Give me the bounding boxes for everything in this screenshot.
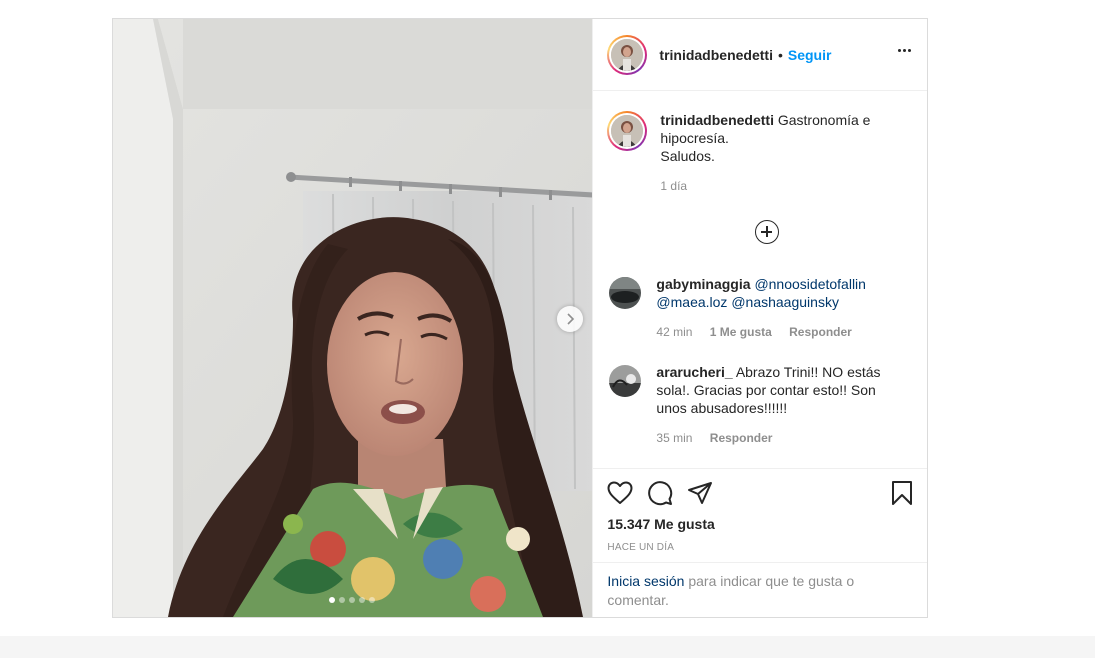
comment-item: gabyminaggia @nnoosidetofallin @maea.loz…	[607, 275, 911, 341]
more-options-icon[interactable]	[898, 49, 911, 52]
comment-time[interactable]: 42 min	[656, 325, 692, 339]
comment-avatar[interactable]	[609, 277, 642, 309]
comments-section[interactable]: trinidadbenedetti Gastronomía e hipocres…	[593, 91, 927, 468]
reply-button[interactable]: Responder	[789, 325, 852, 339]
comment-username-link[interactable]: ararucheri_	[656, 364, 732, 380]
comment-time[interactable]: 35 min	[656, 431, 692, 445]
author-username-link[interactable]: trinidadbenedetti	[659, 47, 773, 63]
post-side-panel: trinidadbenedetti • Seguir trinidadbened…	[592, 19, 927, 617]
post-media[interactable]	[113, 19, 593, 617]
carousel-dot	[339, 597, 345, 603]
comment-icon[interactable]	[647, 480, 673, 506]
page-footer-strip	[0, 636, 1095, 658]
post-timestamp[interactable]: HACE UN DÍA	[607, 542, 913, 553]
comment-username-link[interactable]: gabyminaggia	[656, 276, 750, 292]
author-avatar[interactable]	[607, 34, 648, 75]
profile-photo-image	[611, 38, 644, 71]
comment-item: ararucheri_ Abrazo Trini!! NO estás sola…	[607, 363, 911, 447]
plus-circle-icon[interactable]	[755, 220, 780, 244]
caption-text-line2: Saludos.	[660, 148, 715, 164]
carousel-indicator	[329, 597, 375, 603]
reply-button[interactable]: Responder	[710, 431, 773, 445]
mention-link[interactable]: @nashaaguinsky	[731, 294, 839, 310]
video-frame-image	[113, 19, 593, 617]
post-header: trinidadbenedetti • Seguir	[593, 19, 927, 91]
login-link[interactable]: Inicia sesión	[607, 573, 684, 589]
follow-button[interactable]: Seguir	[788, 47, 832, 63]
carousel-dot	[349, 597, 355, 603]
carousel-dot	[369, 597, 375, 603]
separator-dot: •	[777, 46, 783, 63]
caption-username-link[interactable]: trinidadbenedetti	[660, 112, 774, 128]
caption-author-avatar[interactable]	[607, 111, 648, 151]
login-prompt: Inicia sesión para indicar que te gusta …	[593, 562, 927, 610]
profile-photo-image	[611, 115, 644, 147]
comment-likes-link[interactable]: 1 Me gusta	[710, 325, 772, 339]
mention-link[interactable]: @maea.loz	[656, 294, 727, 310]
next-media-button[interactable]	[557, 306, 583, 332]
instagram-post: trinidadbenedetti • Seguir trinidadbened…	[112, 18, 928, 618]
chevron-right-icon	[567, 313, 575, 325]
comment-avatar[interactable]	[609, 365, 642, 397]
paper-plane-icon[interactable]	[687, 481, 713, 505]
likes-count[interactable]: 15.347 Me gusta	[607, 516, 913, 532]
carousel-dot	[359, 597, 365, 603]
post-actions: 15.347 Me gusta HACE UN DÍA	[593, 468, 927, 553]
profile-photo-image	[609, 277, 642, 309]
caption-time[interactable]: 1 día	[660, 179, 687, 193]
bookmark-icon[interactable]	[891, 480, 913, 506]
post-caption: trinidadbenedetti Gastronomía e hipocres…	[607, 111, 911, 195]
mention-link[interactable]: @nnoosidetofallin	[754, 276, 866, 292]
heart-icon[interactable]	[607, 481, 633, 505]
profile-photo-image	[609, 365, 642, 397]
carousel-dot	[329, 597, 335, 603]
